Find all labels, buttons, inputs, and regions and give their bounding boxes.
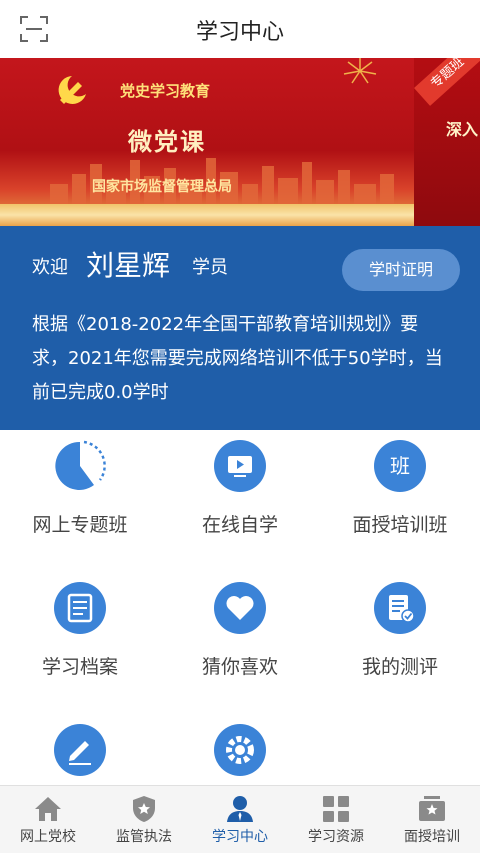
grid-icon (323, 796, 349, 822)
grid-item-label: 网上专题班 (32, 514, 128, 536)
training-requirement-notice: 根据《2018-2022年全国干部教育培训规划》要求，2021年您需要完成网络培… (32, 314, 443, 403)
settings-icon (214, 724, 266, 776)
bottom-nav: 网上党校 监管执法 学习中心 学习资源 面授培训 (0, 785, 480, 853)
training-board-icon (419, 796, 445, 821)
nav-item-face-to-face-training[interactable]: 面授培训 (384, 786, 480, 853)
nav-item-label: 学习中心 (212, 829, 268, 845)
nav-item-supervision-enforcement[interactable]: 监管执法 (96, 786, 192, 853)
class-icon: 班 (374, 440, 426, 492)
nav-item-learning-resources[interactable]: 学习资源 (288, 786, 384, 853)
class-icon-glyph: 班 (390, 454, 410, 478)
grid-item-label: 在线自学 (201, 514, 278, 536)
study-hours-certificate-button[interactable]: 学时证明 (342, 249, 460, 291)
top-bar: 学习中心 (0, 0, 480, 58)
home-icon (35, 797, 61, 821)
grid-item-guess-you-like[interactable]: 猜你喜欢 (160, 582, 320, 702)
banner-organization: 国家市场监督管理总局 (92, 179, 232, 195)
document-icon (54, 582, 106, 634)
grid-item-online-self-study[interactable]: 在线自学 (160, 440, 320, 560)
user-icon (227, 796, 253, 822)
grid-item-label: 猜你喜欢 (201, 656, 278, 678)
evaluation-icon (374, 582, 426, 634)
grid-item-study-records[interactable]: 学习档案 (0, 582, 160, 702)
grid-item-label: 我的测评 (361, 656, 438, 678)
banner-gold-strip (0, 204, 414, 226)
grid-item-online-special-class[interactable]: 网上专题班 (0, 440, 160, 560)
banner-slide[interactable]: 党史学习教育 微党课 国家市场监督管理总局 (0, 58, 414, 226)
greeting-text: 欢迎 (32, 257, 68, 278)
grid-item-label: 面授培训班 (352, 514, 448, 536)
pie-chart-icon (55, 440, 106, 490)
shield-star-icon (133, 796, 155, 822)
nav-item-label: 学习资源 (308, 829, 364, 845)
nav-item-label: 面授培训 (404, 829, 460, 845)
nav-item-learning-center[interactable]: 学习中心 (192, 786, 288, 853)
firework-icon (343, 58, 377, 84)
nav-item-label: 监管执法 (116, 829, 172, 845)
party-emblem-icon (58, 76, 86, 104)
edit-icon (54, 724, 106, 776)
banner-carousel[interactable]: 党史学习教育 微党课 国家市场监督管理总局 专题班 深入 (0, 58, 480, 226)
video-icon (214, 440, 266, 492)
user-name: 刘星辉 (86, 249, 171, 282)
nav-item-label: 网上党校 (20, 829, 76, 845)
grid-item-my-evaluation[interactable]: 我的测评 (320, 582, 480, 702)
grid-item-label: 学习档案 (41, 656, 118, 678)
user-role: 学员 (192, 257, 228, 278)
banner-next-text: 深入 (446, 120, 479, 139)
banner-subtitle: 党史学习教育 (120, 82, 211, 100)
heart-icon (214, 582, 266, 634)
banner-title: 微党课 (128, 128, 206, 156)
grid-item-face-to-face-class[interactable]: 班 面授培训班 (320, 440, 480, 560)
page-title: 学习中心 (195, 20, 284, 45)
nav-item-online-party-school[interactable]: 网上党校 (0, 786, 96, 853)
welcome-panel: 欢迎 刘星辉 学员 学时证明 根据《2018-2022年全国干部教育培训规划》要… (0, 226, 480, 430)
